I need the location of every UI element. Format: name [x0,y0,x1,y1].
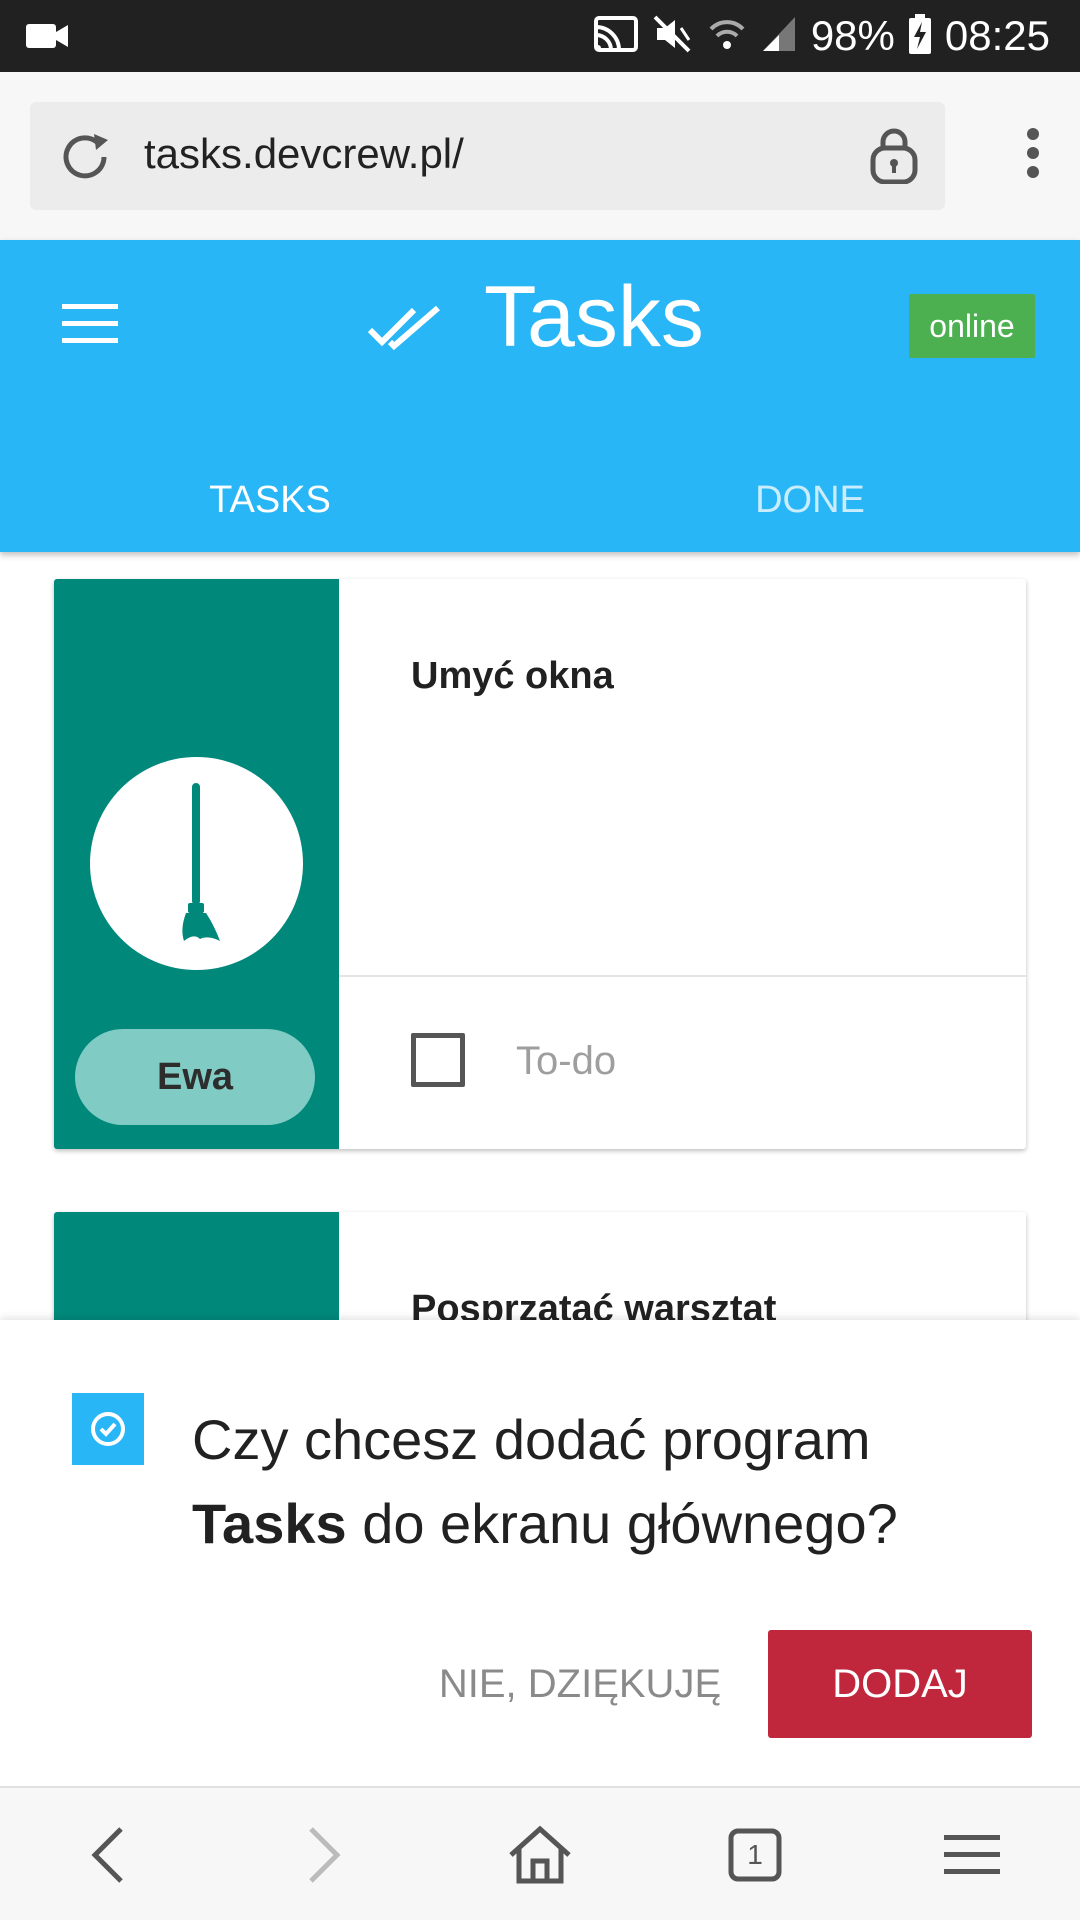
browser-bottom-nav: 1 [0,1786,1080,1920]
signal-icon [761,15,797,57]
task-card[interactable]: Ewa Umyć okna To-do [54,579,1026,1149]
install-question: Czy chcesz dodać program Tasks do ekranu … [192,1398,1052,1566]
task-done-checkbox[interactable] [411,1033,465,1087]
home-icon [509,1825,571,1884]
online-status-badge: online [909,294,1035,358]
task-title: Umyć okna [411,655,614,697]
battery-charging-icon [908,14,931,58]
forward-button[interactable] [278,1810,368,1900]
hamburger-menu-icon[interactable] [62,302,118,350]
broom-icon [182,783,220,941]
lock-icon[interactable] [869,128,919,188]
video-camera-icon [26,22,68,54]
add-button[interactable]: DODAJ [768,1630,1032,1738]
card-divider [339,975,1026,977]
address-bar[interactable]: tasks.devcrew.pl/ [30,102,945,210]
forward-arrow-icon [309,1827,341,1883]
tab-done[interactable]: DONE [540,450,1080,550]
app-title: Tasks [484,269,704,365]
task-icon-circle [90,757,303,970]
question-app-name: Tasks [192,1492,347,1555]
double-check-icon [367,302,442,356]
check-circle-icon [91,1412,125,1446]
tabs-button[interactable]: 1 [710,1810,800,1900]
browser-menu-button[interactable] [927,1810,1017,1900]
assignee-chip[interactable]: Ewa [75,1029,315,1125]
cast-icon [593,15,639,57]
home-button[interactable] [495,1810,585,1900]
status-bar: 98% 08:25 [0,0,1080,72]
app-header: Tasks online TASKS DONE [0,240,1080,552]
back-button[interactable] [64,1810,154,1900]
url-text[interactable]: tasks.devcrew.pl/ [144,130,464,178]
clock: 08:25 [944,12,1050,59]
tab-tasks[interactable]: TASKS [0,450,540,550]
add-to-home-screen-banner: Czy chcesz dodać program Tasks do ekranu … [0,1320,1080,1786]
wifi-icon [707,15,747,57]
browser-toolbar: tasks.devcrew.pl/ [0,72,1080,240]
question-suffix: do ekranu głównego? [362,1492,898,1555]
app-icon [72,1393,144,1465]
menu-icon [944,1835,1000,1874]
task-card-accent: Ewa [54,579,339,1149]
mute-icon [653,15,693,57]
task-status-label: To-do [516,1039,617,1083]
reload-icon[interactable] [54,126,116,192]
decline-button[interactable]: NIE, DZIĘKUJĘ [430,1630,730,1738]
back-arrow-icon [91,1827,123,1883]
tab-count: 1 [747,1839,763,1870]
question-prefix: Czy chcesz dodać program [192,1408,871,1471]
more-options-icon[interactable] [1026,128,1040,182]
battery-level: 98% [810,12,895,59]
